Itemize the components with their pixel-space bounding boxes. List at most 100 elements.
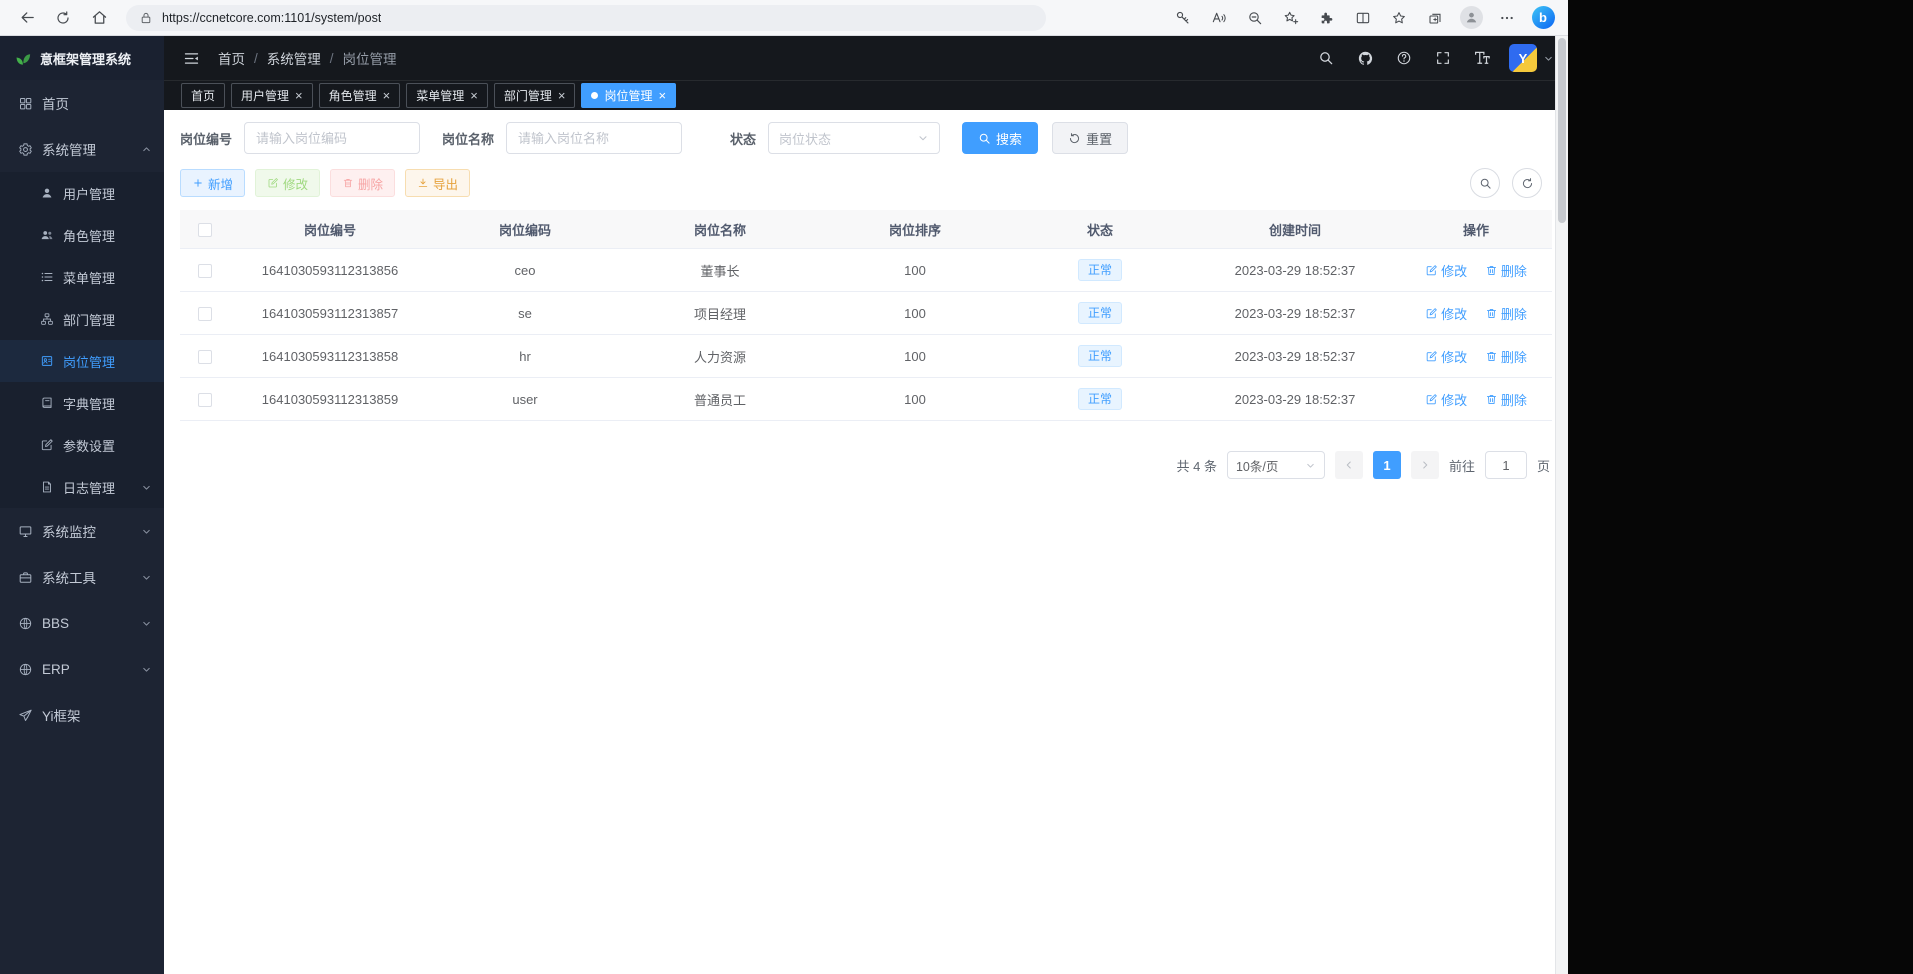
breadcrumb-system-mgmt[interactable]: 系统管理 (267, 48, 321, 68)
sidebar-item-log-mgmt[interactable]: 日志管理 (0, 466, 164, 508)
tab-close-icon[interactable] (658, 89, 666, 102)
collections-icon[interactable] (1420, 4, 1450, 32)
next-page-button[interactable] (1411, 451, 1439, 479)
status-select[interactable]: 岗位状态 (768, 122, 940, 154)
cell-post-sort: 100 (820, 378, 1010, 421)
cell-post-sort: 100 (820, 292, 1010, 335)
tab-role-mgmt[interactable]: 角色管理 (319, 83, 401, 108)
sidebar-item-erp[interactable]: ERP (0, 646, 164, 692)
read-aloud-icon[interactable] (1204, 4, 1234, 32)
cell-post-name: 项目经理 (620, 292, 820, 335)
extensions-icon[interactable] (1312, 4, 1342, 32)
back-button[interactable] (10, 4, 44, 32)
sidebar-item-bbs[interactable]: BBS (0, 600, 164, 646)
tab-close-icon[interactable] (295, 89, 303, 102)
row-delete-link[interactable]: 删除 (1485, 261, 1527, 280)
tab-close-icon[interactable] (470, 89, 478, 102)
document-icon (40, 480, 54, 494)
sidebar-item-user-mgmt[interactable]: 用户管理 (0, 172, 164, 214)
sidebar-item-system-tools[interactable]: 系统工具 (0, 554, 164, 600)
row-edit-link[interactable]: 修改 (1425, 347, 1467, 366)
breadcrumb-home[interactable]: 首页 (218, 48, 245, 68)
password-key-icon[interactable] (1168, 4, 1198, 32)
tab-close-icon[interactable] (558, 89, 566, 102)
avatar-image (1509, 44, 1537, 72)
search-button[interactable]: 搜索 (962, 122, 1038, 154)
refresh-table-button[interactable] (1512, 168, 1542, 198)
app-logo[interactable]: 意框架管理系统 (0, 36, 164, 80)
row-checkbox[interactable] (198, 307, 212, 321)
split-screen-icon[interactable] (1348, 4, 1378, 32)
edit-icon (267, 177, 279, 189)
prev-page-button[interactable] (1335, 451, 1363, 479)
sidebar-item-dept-mgmt[interactable]: 部门管理 (0, 298, 164, 340)
reset-button[interactable]: 重置 (1052, 122, 1128, 154)
sidebar-item-system-mgmt[interactable]: 系统管理 (0, 126, 164, 172)
page-scrollbar[interactable] (1555, 36, 1568, 974)
github-icon[interactable] (1353, 46, 1377, 70)
sidebar-item-menu-mgmt[interactable]: 菜单管理 (0, 256, 164, 298)
row-checkbox[interactable] (198, 350, 212, 364)
add-favorite-icon[interactable] (1276, 4, 1306, 32)
export-button[interactable]: 导出 (405, 169, 470, 197)
sidebar-item-role-mgmt[interactable]: 角色管理 (0, 214, 164, 256)
header-search-icon[interactable] (1314, 46, 1338, 70)
tab-dept-mgmt[interactable]: 部门管理 (494, 83, 576, 108)
zoom-out-icon[interactable] (1240, 4, 1270, 32)
status-label: 状态 (730, 129, 756, 148)
sidebar-item-yi-framework[interactable]: Yi框架 (0, 692, 164, 738)
delete-button[interactable]: 删除 (330, 169, 395, 197)
help-icon[interactable] (1392, 46, 1416, 70)
address-bar[interactable]: https://ccnetcore.com:1101/system/post (126, 5, 1046, 31)
main-area: 首页 系统管理 岗位管理 (164, 36, 1568, 974)
row-delete-link[interactable]: 删除 (1485, 304, 1527, 323)
sidebar-item-dict-mgmt[interactable]: 字典管理 (0, 382, 164, 424)
add-button[interactable]: 新增 (180, 169, 245, 197)
sidebar-item-param-settings[interactable]: 参数设置 (0, 424, 164, 466)
profile-avatar[interactable] (1456, 4, 1486, 32)
fullscreen-icon[interactable] (1431, 46, 1455, 70)
scrollbar-thumb[interactable] (1558, 38, 1566, 223)
post-code-label: 岗位编号 (180, 129, 232, 148)
row-checkbox[interactable] (198, 264, 212, 278)
post-code-input[interactable] (244, 122, 420, 154)
browser-menu-icon[interactable] (1492, 4, 1522, 32)
goto-page-input[interactable] (1485, 451, 1527, 479)
row-checkbox[interactable] (198, 393, 212, 407)
row-delete-link[interactable]: 删除 (1485, 390, 1527, 409)
refresh-button[interactable] (46, 4, 80, 32)
toggle-search-button[interactable] (1470, 168, 1500, 198)
refresh-icon (1521, 177, 1534, 190)
sidebar-item-post-mgmt[interactable]: 岗位管理 (0, 340, 164, 382)
cell-post-name: 董事长 (620, 249, 820, 292)
page-1-button[interactable]: 1 (1373, 451, 1401, 479)
tab-home[interactable]: 首页 (181, 83, 225, 108)
dashboard-icon (18, 96, 33, 111)
cell-post-id: 1641030593112313856 (230, 249, 430, 292)
home-icon (91, 9, 108, 26)
tab-user-mgmt[interactable]: 用户管理 (231, 83, 313, 108)
row-edit-link[interactable]: 修改 (1425, 261, 1467, 280)
row-delete-link[interactable]: 删除 (1485, 347, 1527, 366)
chevron-up-icon (141, 144, 152, 155)
row-edit-link[interactable]: 修改 (1425, 390, 1467, 409)
tab-close-icon[interactable] (383, 89, 391, 102)
favorites-icon[interactable] (1384, 4, 1414, 32)
copilot-bing-icon[interactable] (1528, 4, 1558, 32)
gear-icon (18, 142, 33, 157)
edit-button[interactable]: 修改 (255, 169, 320, 197)
home-button[interactable] (82, 4, 116, 32)
tab-post-mgmt[interactable]: 岗位管理 (581, 83, 676, 108)
sidebar-toggle[interactable] (178, 45, 204, 71)
row-edit-link[interactable]: 修改 (1425, 304, 1467, 323)
tab-menu-mgmt[interactable]: 菜单管理 (406, 83, 488, 108)
font-size-icon[interactable] (1470, 46, 1494, 70)
search-icon (1479, 177, 1492, 190)
sidebar-item-system-monitor[interactable]: 系统监控 (0, 508, 164, 554)
page-size-select[interactable]: 10条/页 (1227, 451, 1325, 479)
post-name-input[interactable] (506, 122, 682, 154)
user-avatar[interactable] (1509, 44, 1554, 72)
sidebar-item-home[interactable]: 首页 (0, 80, 164, 126)
hamburger-icon (183, 50, 200, 67)
select-all-checkbox[interactable] (198, 223, 212, 237)
